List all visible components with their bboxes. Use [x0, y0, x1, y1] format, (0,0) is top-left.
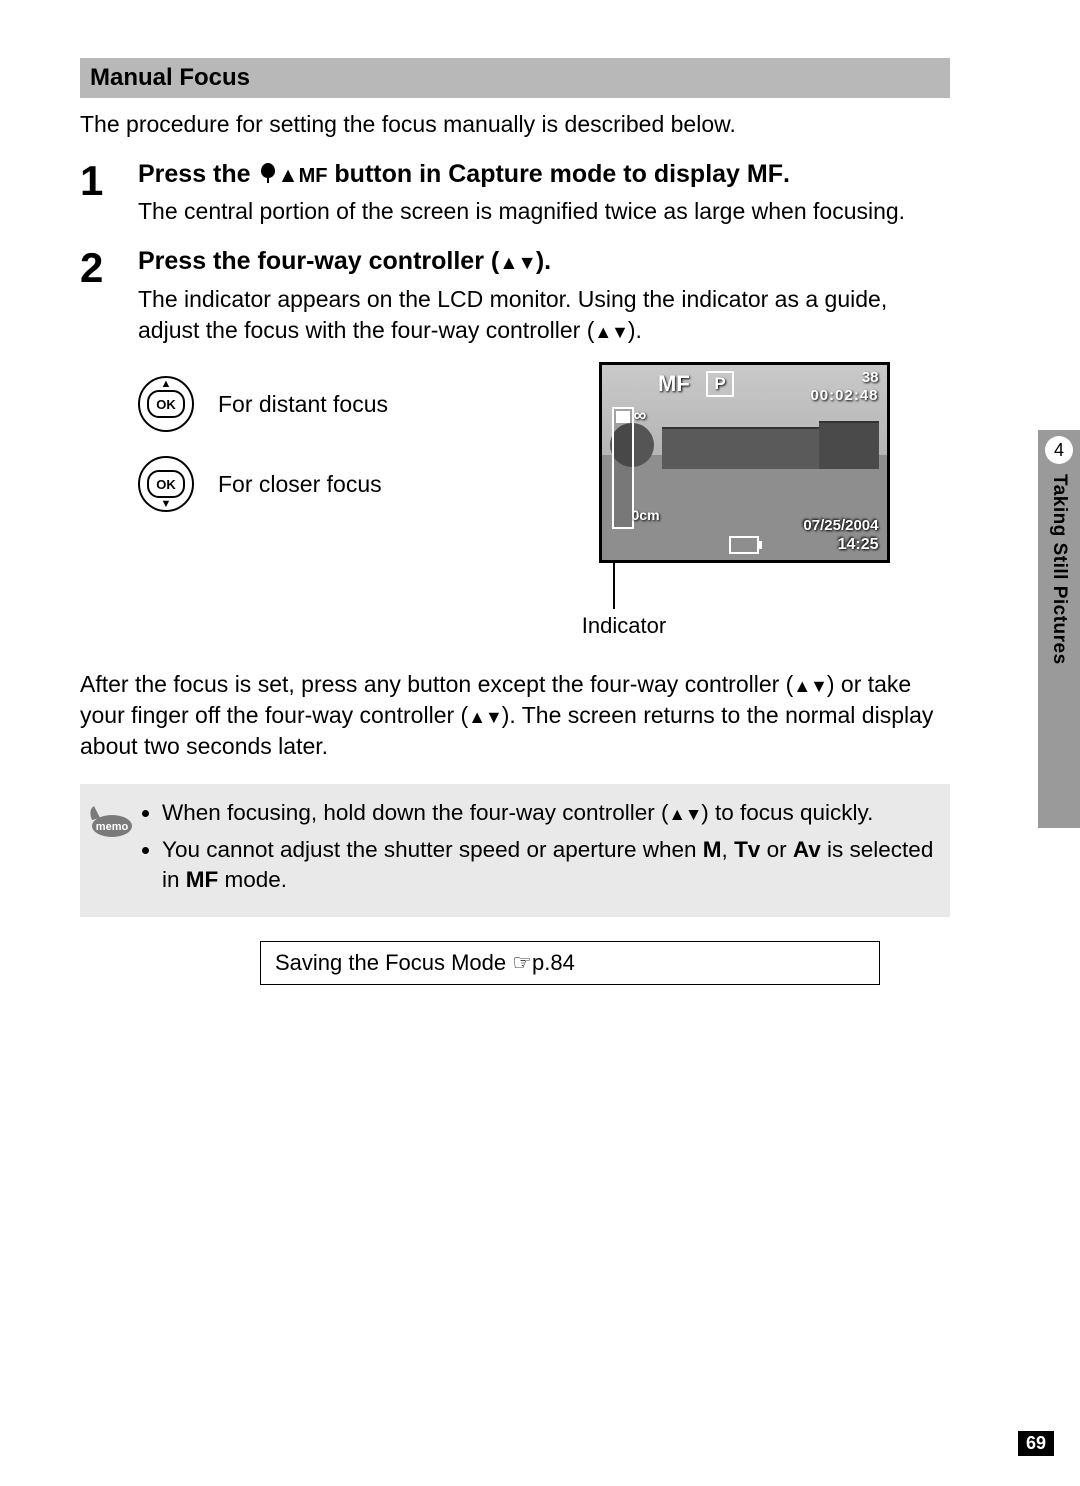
indicator-label: Indicator: [582, 613, 666, 639]
up-down-icon: [594, 317, 628, 343]
step-2-number: 2: [80, 245, 138, 639]
lcd-rec-time: 00:02:48: [810, 387, 878, 404]
memo-item-1: When focusing, hold down the four-way co…: [162, 798, 934, 828]
ok-button-up: ▲ OK: [138, 376, 194, 432]
chapter-tab: 4 Taking Still Pictures: [1038, 430, 1080, 828]
step-2: 2 Press the four-way controller (). The …: [80, 245, 950, 639]
mountain-icon: [278, 160, 299, 188]
up-down-icon: [499, 247, 536, 275]
closer-focus-row: OK ▼ For closer focus: [138, 456, 538, 512]
lcd-zero-label: 0cm: [632, 507, 660, 523]
section-header: Manual Focus: [80, 58, 950, 98]
indicator-leader-line: [613, 561, 615, 609]
battery-icon: [729, 536, 759, 554]
reference-box: Saving the Focus Mode ☞p.84: [260, 941, 880, 985]
up-down-icon: [793, 671, 827, 697]
page-number: 69: [1018, 1431, 1054, 1456]
arrow-down-icon: ▼: [161, 498, 172, 510]
lcd-shots-remaining: 38: [862, 369, 879, 386]
distant-label: For distant focus: [218, 391, 388, 418]
up-down-icon: [669, 800, 702, 825]
lcd-infinity-label: ∞: [634, 405, 647, 426]
ok-button-down: OK ▼: [138, 456, 194, 512]
lcd-mode-p: P: [706, 371, 734, 397]
closer-label: For closer focus: [218, 471, 382, 498]
lcd-focus-indicator: [612, 407, 634, 529]
step-1-body: The central portion of the screen is mag…: [138, 196, 950, 227]
after-focus-text: After the focus is set, press any button…: [80, 669, 950, 762]
arrow-up-icon: ▲: [161, 378, 172, 390]
svg-text:memo: memo: [96, 821, 129, 833]
chapter-number: 4: [1045, 436, 1073, 464]
reference-icon: ☞: [512, 950, 532, 975]
memo-block: memo When focusing, hold down the four-w…: [80, 784, 950, 917]
step-1-number: 1: [80, 158, 138, 228]
up-down-icon: [468, 702, 502, 728]
lcd-clock: 14:25: [838, 536, 879, 554]
lcd-preview: MF P 38 00:02:48 ∞ 0cm 07/25/2004 14:25: [599, 362, 890, 563]
chapter-title: Taking Still Pictures: [1048, 474, 1070, 665]
step-1-title: Press the MF button in Capture mode to d…: [138, 158, 950, 191]
step-2-title: Press the four-way controller ().: [138, 245, 950, 278]
intro-text: The procedure for setting the focus manu…: [80, 110, 950, 140]
step-1: 1 Press the MF button in Capture mode to…: [80, 158, 950, 228]
memo-item-2: You cannot adjust the shutter speed or a…: [162, 835, 934, 896]
lcd-date: 07/25/2004: [803, 517, 878, 534]
memo-icon: memo: [86, 798, 140, 901]
macro-icon: [258, 162, 278, 184]
step-2-body: The indicator appears on the LCD monitor…: [138, 284, 950, 346]
distant-focus-row: ▲ OK For distant focus: [138, 376, 538, 432]
lcd-mf-label: MF: [658, 371, 690, 397]
